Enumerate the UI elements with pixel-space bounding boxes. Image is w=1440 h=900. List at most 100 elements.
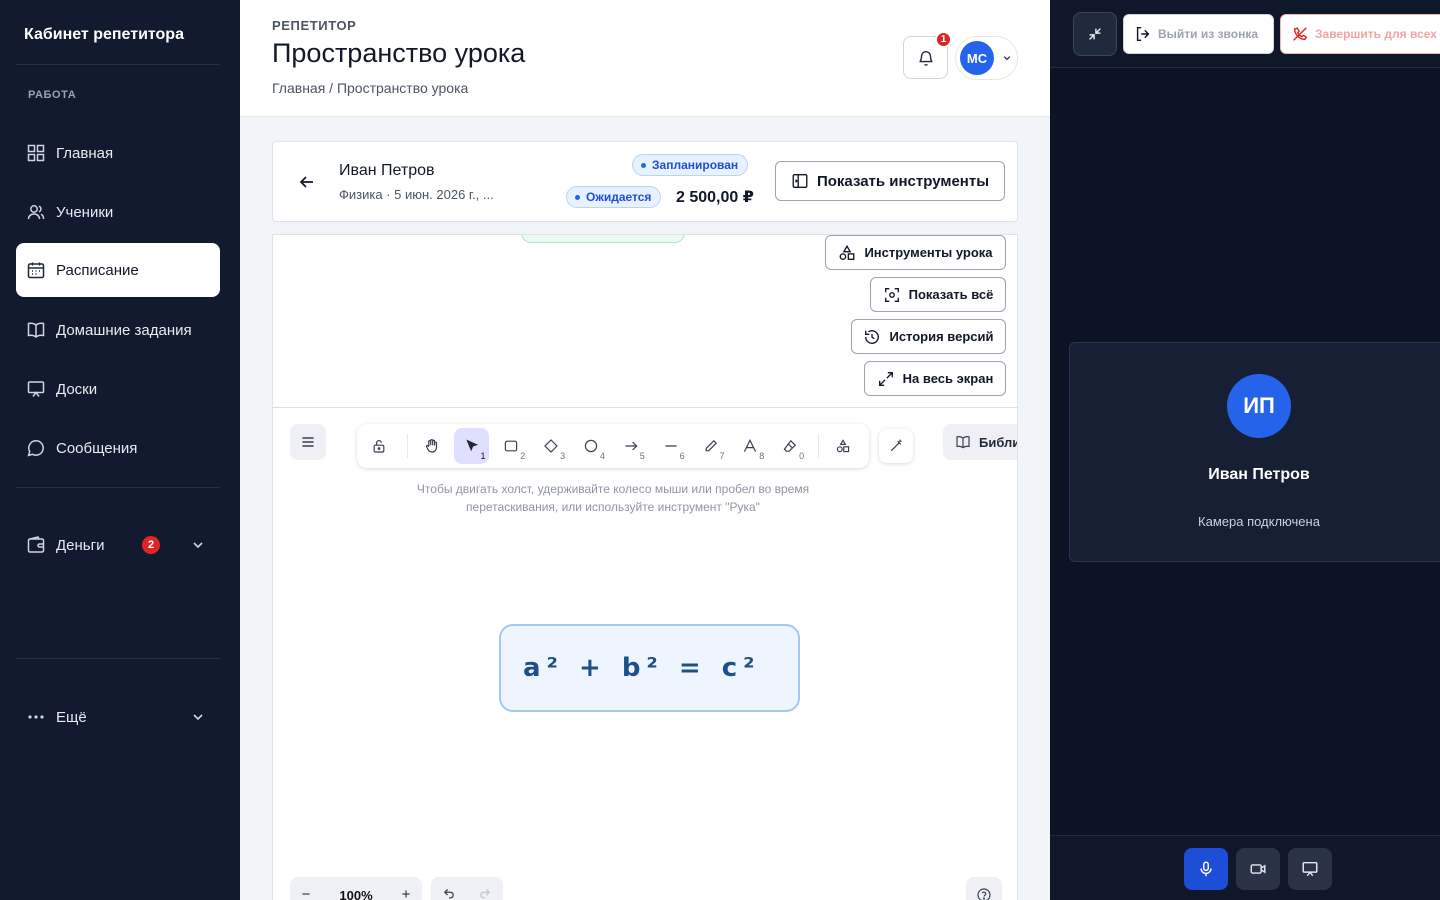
page-header: РЕПЕТИТОР Пространство урока Главная / П…: [240, 0, 1050, 117]
zoom-in-button[interactable]: [400, 888, 412, 900]
status-pill-partial: [521, 235, 685, 243]
status-dot: [575, 194, 580, 200]
redo-button[interactable]: [478, 886, 492, 900]
whiteboard-canvas[interactable]: 1 2 3 4 5 6 7 8 0 Библи Чтобы двигать хо…: [272, 408, 1018, 900]
button-label: История версий: [889, 329, 994, 344]
show-all-button[interactable]: Показать всё: [870, 277, 1006, 312]
shortcut-number: 7: [719, 451, 725, 461]
show-tools-button[interactable]: Показать инструменты: [775, 161, 1005, 201]
undo-button[interactable]: [442, 886, 456, 900]
zoom-level[interactable]: 100%: [339, 888, 372, 900]
sidebar-item-money[interactable]: Деньги 2: [16, 518, 220, 572]
sidebar-item-label: Расписание: [56, 261, 139, 279]
app-brand: Кабинет репетитора: [24, 26, 184, 43]
screen-share-button[interactable]: [1288, 848, 1332, 890]
sidebar-item-schedule[interactable]: Расписание: [16, 243, 220, 297]
shortcut-number: 1: [480, 451, 486, 461]
back-arrow-icon[interactable]: [297, 172, 317, 192]
tool-more-shapes[interactable]: [825, 428, 861, 464]
sidebar-item-homework[interactable]: Домашние задания: [16, 303, 220, 357]
tool-arrow[interactable]: 5: [613, 428, 649, 464]
button-label: На весь экран: [902, 371, 994, 386]
sidebar-item-label: Главная: [56, 144, 114, 162]
sidebar-item-messages[interactable]: Сообщения: [16, 421, 220, 475]
button-label: Завершить для всех: [1315, 27, 1437, 41]
end-call-for-all-button[interactable]: Завершить для всех: [1280, 14, 1440, 54]
board-actions-panel: Инструменты урока Показать всё История в…: [272, 234, 1018, 408]
tool-line[interactable]: 6: [653, 428, 689, 464]
arrow-icon: [625, 441, 638, 451]
grid-icon: [26, 143, 46, 163]
leave-call-button[interactable]: Выйти из звонка: [1123, 14, 1274, 54]
rectangle-icon: [505, 440, 518, 452]
call-toolbar: Выйти из звонка Завершить для всех: [1050, 0, 1440, 68]
tool-hand[interactable]: [414, 428, 450, 464]
tool-text[interactable]: 8: [732, 428, 768, 464]
tool-select[interactable]: 1: [453, 428, 490, 464]
history-controls: [431, 877, 503, 900]
sidebar-item-home[interactable]: Главная: [16, 126, 220, 180]
sidebar-item-label: Сообщения: [56, 439, 138, 457]
status-dot: [641, 162, 646, 168]
user-role: РЕПЕТИТОР: [272, 18, 357, 33]
button-label: Инструменты урока: [864, 245, 993, 260]
button-label: Библи: [979, 434, 1018, 450]
collapse-call-button[interactable]: [1073, 12, 1117, 56]
lesson-tools-button[interactable]: Инструменты урока: [825, 235, 1006, 270]
tool-lock[interactable]: [361, 428, 397, 464]
help-button[interactable]: [966, 877, 1002, 900]
user-menu-button[interactable]: МС: [955, 36, 1018, 80]
sidebar-item-more[interactable]: Ещё: [16, 690, 220, 744]
wallet-icon: [26, 535, 46, 555]
tool-draw[interactable]: 7: [693, 428, 729, 464]
circle-icon: [584, 439, 598, 453]
hand-icon: [425, 439, 437, 453]
participant-name: Иван Петров: [1208, 466, 1310, 483]
microphone-icon: [1200, 861, 1212, 877]
fullscreen-button[interactable]: На весь экран: [864, 361, 1006, 396]
sidebar-item-boards[interactable]: Доски: [16, 362, 220, 416]
canvas-menu-button[interactable]: [290, 424, 326, 460]
sidebar-item-label: Ещё: [56, 708, 87, 726]
magic-tool-button[interactable]: [879, 429, 913, 463]
video-call-panel: Выйти из звонка Завершить для всех ИП Ив…: [1050, 0, 1440, 900]
calendar-icon: [26, 260, 46, 280]
tool-rectangle[interactable]: 2: [493, 428, 529, 464]
diamond-icon: [544, 439, 559, 453]
sidebar-panel-icon: [792, 174, 808, 188]
drawing-toolbar: 1 2 3 4 5 6 7 8 0: [357, 424, 869, 468]
breadcrumb[interactable]: Главная / Пространство урока: [272, 80, 468, 96]
tool-eraser[interactable]: 0: [772, 428, 808, 464]
shortcut-number: 5: [639, 451, 645, 461]
phone-off-icon: [1293, 27, 1308, 41]
expand-icon: [878, 371, 893, 386]
version-history-button[interactable]: История версий: [851, 319, 1006, 354]
formula-element[interactable]: a² + b² = c²: [499, 624, 800, 712]
wand-icon: [890, 439, 902, 452]
help-icon: [977, 888, 991, 900]
lesson-card: Иван Петров Физика · 5 июн. 2026 г., ...…: [272, 141, 1018, 222]
screen-share-icon: [1302, 861, 1318, 877]
participant-video-tile[interactable]: ИП Иван Петров Камера подключена: [1069, 342, 1440, 562]
chevron-down-icon: [1003, 56, 1011, 61]
plus-icon: [402, 889, 410, 898]
status-badge-scheduled: Запланирован: [632, 154, 749, 176]
microphone-button[interactable]: [1184, 848, 1228, 890]
sidebar: Кабинет репетитора РАБОТА Главная Ученик…: [0, 0, 240, 900]
shortcut-number: 3: [560, 451, 566, 461]
status-label: Запланирован: [652, 158, 739, 172]
camera-button[interactable]: [1236, 848, 1280, 890]
sidebar-item-students[interactable]: Ученики: [16, 185, 220, 239]
money-count-badge: 2: [142, 536, 160, 554]
library-button[interactable]: Библи: [943, 424, 1018, 460]
student-name: Иван Петров: [339, 162, 435, 179]
tool-ellipse[interactable]: 4: [573, 428, 609, 464]
tool-diamond[interactable]: 3: [533, 428, 569, 464]
video-camera-icon: [1250, 864, 1266, 874]
shortcut-number: 2: [520, 451, 526, 461]
zoom-out-button[interactable]: [300, 888, 312, 900]
sidebar-item-label: Доски: [56, 380, 98, 398]
presentation-icon: [26, 379, 46, 399]
chevron-down-icon: [193, 714, 203, 721]
shortcut-number: 0: [799, 451, 805, 461]
